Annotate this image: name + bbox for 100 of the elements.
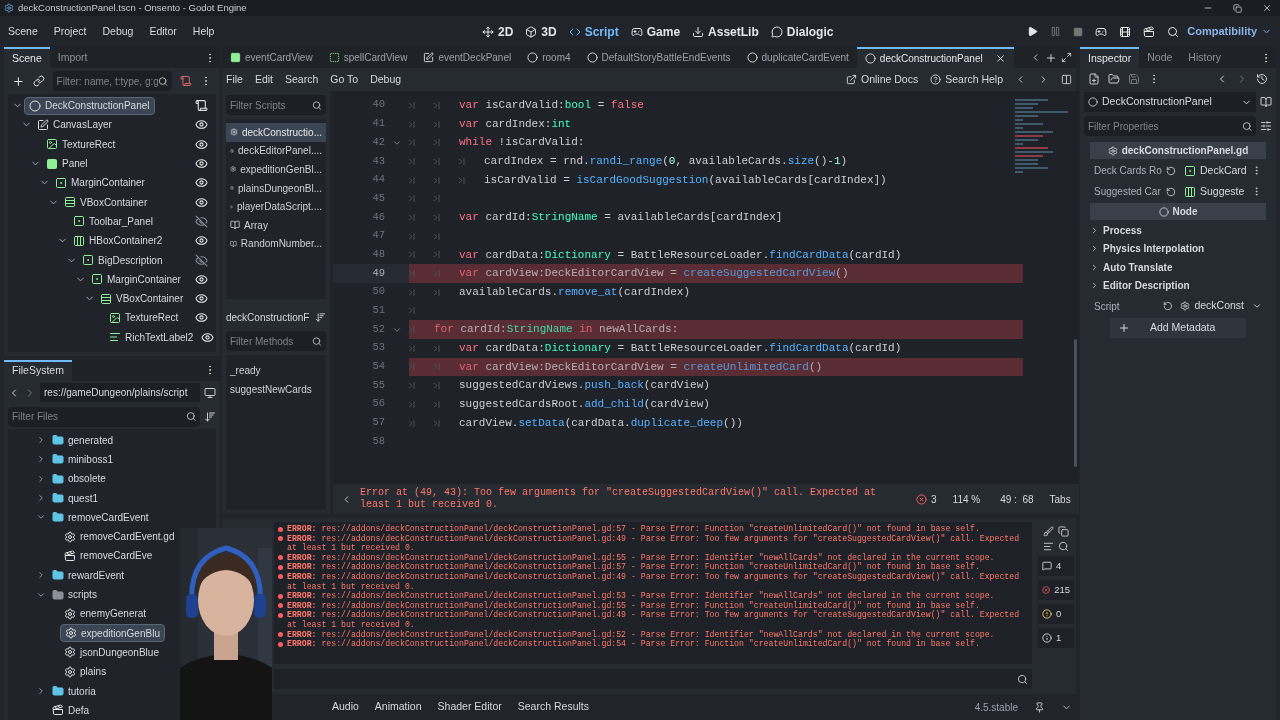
eye-icon[interactable]	[195, 118, 208, 132]
gamepad-icon[interactable]	[1095, 25, 1108, 38]
file-tree-item[interactable]: miniboss1	[48, 450, 118, 469]
node-path-field[interactable]: Suggeste	[1184, 183, 1247, 200]
bottom-tab[interactable]: Animation	[374, 699, 422, 715]
renderer-dropdown[interactable]: Compatibility	[1187, 23, 1272, 40]
editor-tab[interactable]: duplicateCardEvent	[738, 47, 857, 68]
file-tree-item[interactable]: generated	[48, 431, 118, 450]
file-tree-item[interactable]: expeditionGenBlu	[60, 624, 165, 643]
dock-tab[interactable]: Import	[49, 47, 96, 68]
panel-toggle-icon[interactable]	[1061, 74, 1072, 85]
clear-icon[interactable]	[1043, 526, 1054, 537]
history-icon[interactable]	[1256, 73, 1268, 85]
pin-icon[interactable]	[1034, 701, 1045, 713]
close-icon[interactable]	[1262, 3, 1272, 13]
file-tree-item[interactable]: Defa	[48, 701, 94, 720]
tree-item[interactable]: RichTextLabel2	[105, 328, 198, 347]
bottom-tab[interactable]: Audio	[332, 699, 359, 715]
sliders-icon[interactable]	[1260, 120, 1272, 132]
eye-icon[interactable]	[195, 157, 208, 171]
script-item[interactable]: expeditionGenBl...	[226, 160, 326, 179]
workspace-tab[interactable]: AssetLib	[692, 22, 759, 41]
eye-icon[interactable]	[195, 311, 208, 325]
tree-item[interactable]: Toolbar_Panel	[69, 212, 157, 231]
collapse-icon[interactable]	[1043, 541, 1054, 552]
dock-tab[interactable]: Node	[1139, 47, 1181, 68]
layout-icon[interactable]	[204, 386, 216, 399]
menu-item[interactable]: Project	[53, 23, 87, 40]
eye-icon[interactable]	[195, 272, 208, 286]
new-file-icon[interactable]	[1088, 73, 1100, 85]
script-item[interactable]: playerDataScript....	[226, 197, 326, 216]
filter-input[interactable]: Filter Files	[12, 409, 186, 425]
script-field[interactable]: deckConst	[1180, 298, 1262, 314]
save-icon[interactable]	[1128, 73, 1140, 85]
node-path-field[interactable]: DeckCard	[1184, 162, 1247, 179]
help-button[interactable]: Search Help	[930, 71, 1003, 88]
eye-off-icon[interactable]	[195, 253, 208, 267]
eye-icon[interactable]	[195, 137, 208, 151]
workspace-tab[interactable]: Dialogic	[770, 22, 834, 41]
link-icon[interactable]	[32, 75, 45, 87]
chevron-right-icon[interactable]	[36, 686, 46, 697]
stop-icon[interactable]	[1073, 26, 1084, 37]
filter-toggle[interactable]: 4	[1038, 556, 1074, 576]
menu-item[interactable]: Editor	[149, 23, 177, 40]
reset-icon[interactable]	[1162, 301, 1173, 311]
restore-icon[interactable]	[1233, 3, 1242, 13]
clapperboard-icon[interactable]	[1143, 25, 1156, 38]
indent-mode[interactable]: Tabs	[1049, 491, 1071, 507]
bottom-tab[interactable]: Search Results	[517, 699, 589, 715]
editor-tab[interactable]: eventDeckPanel	[415, 47, 520, 68]
property-group[interactable]: Auto Translate	[1090, 259, 1266, 276]
error-counter[interactable]: 3	[916, 491, 937, 507]
tree-item[interactable]: HBoxContainer2	[69, 231, 167, 250]
file-tree-item[interactable]: obsolete	[48, 469, 110, 488]
search-icon[interactable]	[1058, 541, 1069, 552]
script-item[interactable]: deckEditorPanel....	[226, 141, 326, 161]
filter-input[interactable]: Filter Methods	[230, 333, 313, 349]
menu-item[interactable]: Help	[192, 23, 215, 40]
chevron-right-icon[interactable]	[36, 473, 46, 484]
menu-item[interactable]: Debug	[102, 23, 134, 40]
filter-field[interactable]: Filter Files	[8, 406, 200, 427]
script-item[interactable]: RandomNumber...	[226, 234, 326, 254]
menu-item[interactable]: File	[226, 71, 243, 88]
search-icon[interactable]	[1167, 25, 1180, 38]
file-tree-item[interactable]: removeCardEvent	[48, 508, 153, 527]
add-metadata-button[interactable]: Add Metadata	[1110, 318, 1246, 338]
editor-tab[interactable]: DefaultStoryBattleEndEvents	[578, 47, 739, 68]
tree-item[interactable]: Panel	[42, 154, 92, 173]
tree-item[interactable]: CanvasLayer	[33, 115, 116, 134]
filter-input[interactable]: Filter: name, t:type, g:g	[56, 73, 159, 89]
tree-item[interactable]: MarginContainer	[51, 173, 149, 192]
file-tree-item[interactable]: removeCardEve	[60, 546, 157, 565]
editor-tab[interactable]: room4	[519, 47, 579, 68]
dock-tab[interactable]: History	[1180, 47, 1229, 68]
reset-icon[interactable]	[1166, 186, 1176, 197]
menu-item[interactable]: Go To	[330, 71, 359, 88]
copy-icon[interactable]	[1058, 526, 1069, 537]
filter-field[interactable]	[274, 669, 1032, 689]
filter-field[interactable]: Filter Methods	[226, 331, 326, 351]
expand-icon[interactable]	[1061, 52, 1072, 63]
filter-toggle[interactable]: 0	[1038, 604, 1074, 624]
tree-item[interactable]: TextureRect	[105, 308, 183, 327]
filter-toggle[interactable]: 1	[1038, 628, 1074, 648]
method-item[interactable]: _ready	[230, 363, 322, 378]
workspace-tab[interactable]: 3D	[525, 22, 557, 41]
filter-field[interactable]: Filter Properties	[1084, 116, 1256, 136]
tree-item[interactable]: MarginContainer	[87, 270, 185, 289]
menu-item[interactable]: Debug	[370, 71, 402, 88]
file-tree-item[interactable]: plains	[60, 662, 111, 681]
file-tree-item[interactable]: rewardEvent	[48, 566, 129, 585]
script-item[interactable]: deckConstructio...	[226, 123, 326, 142]
close-icon[interactable]	[994, 53, 1006, 64]
menu-item[interactable]: Search	[285, 71, 319, 88]
editor-tab[interactable]: deckConstructionPanel	[856, 47, 1014, 68]
eye-off-icon[interactable]	[195, 214, 208, 228]
chevron-right-icon[interactable]	[36, 570, 46, 581]
menu-item[interactable]: Edit	[254, 71, 273, 88]
eye-icon[interactable]	[195, 176, 208, 190]
property-group[interactable]: Process	[1090, 222, 1266, 239]
tree-item[interactable]: TextureRect	[42, 135, 120, 154]
